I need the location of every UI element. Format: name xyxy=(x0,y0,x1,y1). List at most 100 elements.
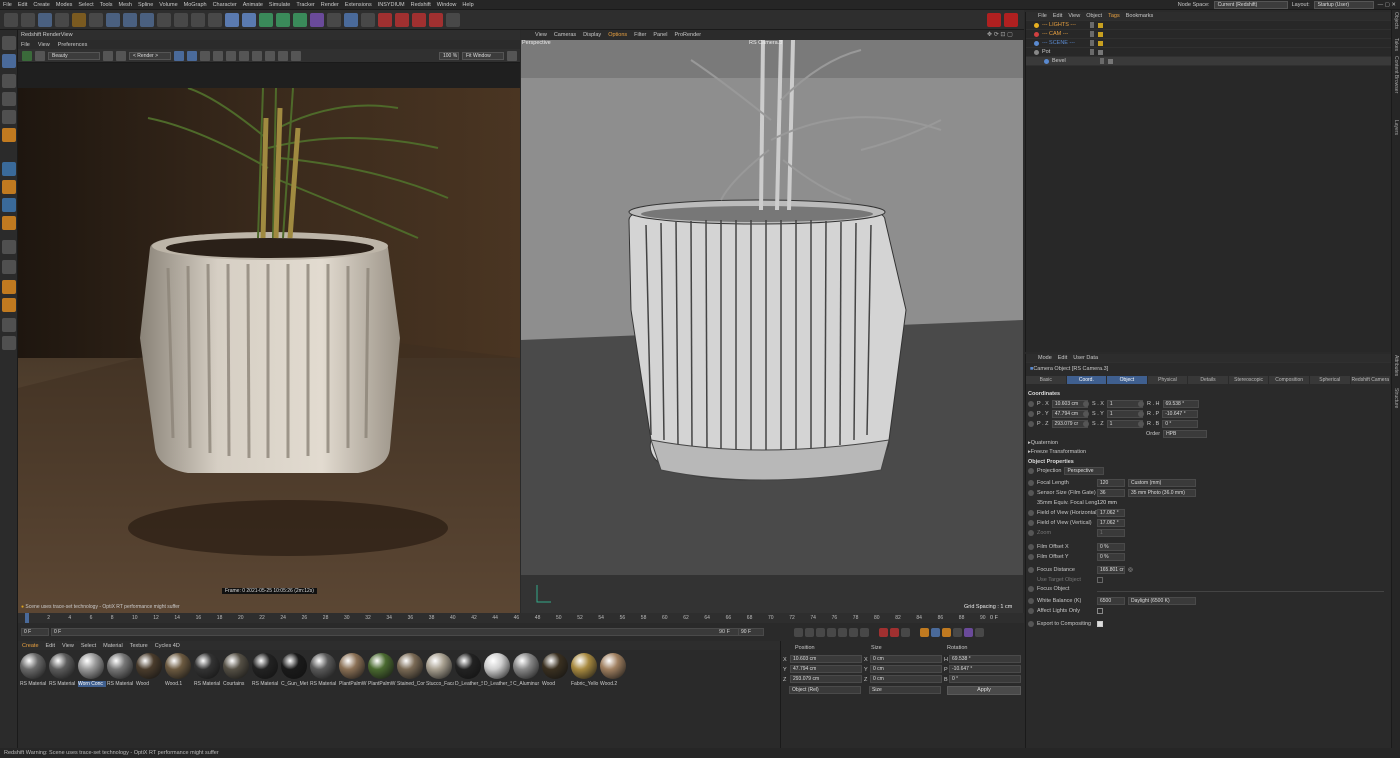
menu-item-mesh[interactable]: Mesh xyxy=(116,2,135,8)
material-name[interactable]: D_Leather_S xyxy=(484,681,512,687)
coord-position-field[interactable]: 10.603 cm xyxy=(790,655,862,663)
tag-icon[interactable] xyxy=(1098,22,1103,28)
material-swatch[interactable] xyxy=(339,653,365,679)
menu-item-modes[interactable]: Modes xyxy=(53,2,76,8)
focus-object-link[interactable] xyxy=(1097,586,1384,592)
material-swatch[interactable] xyxy=(107,653,133,679)
menu-item-animate[interactable]: Animate xyxy=(240,2,266,8)
offy-field[interactable]: 0 % xyxy=(1097,552,1125,561)
fovv-field[interactable]: 17.062 ° xyxy=(1097,518,1125,527)
crop-icon[interactable] xyxy=(116,50,126,61)
focal-field[interactable]: 120 xyxy=(1097,478,1125,487)
sensor-preset-select[interactable]: 35 mm Photo (36.0 mm) xyxy=(1128,488,1196,497)
live-select-icon[interactable] xyxy=(38,12,52,27)
sidebar-tab-layers[interactable]: Layers xyxy=(1393,120,1399,135)
attribute-tab-coord[interactable]: Coord. xyxy=(1066,376,1108,384)
menu-item-edit[interactable]: Edit xyxy=(15,2,30,8)
polygons-mode-icon[interactable] xyxy=(2,128,16,142)
node-space-select[interactable]: Current (Redshift) xyxy=(1213,1,1288,9)
start-frame-field[interactable]: 0 F xyxy=(21,628,49,636)
material-name[interactable]: Fabric_Yello xyxy=(571,681,599,687)
play-render-icon[interactable] xyxy=(22,50,32,61)
wb-preset-select[interactable]: Daylight (6500 K) xyxy=(1128,596,1196,605)
keyframe-dot[interactable] xyxy=(1083,420,1089,427)
coord-rotation-field[interactable]: -10.647 ° xyxy=(949,665,1021,673)
zoom-field[interactable]: 1 xyxy=(1097,528,1125,537)
move-icon[interactable] xyxy=(55,12,69,27)
render-region-icon[interactable] xyxy=(191,12,205,27)
ocio-icon[interactable] xyxy=(291,50,301,61)
coord-size-field[interactable]: 0 cm xyxy=(870,655,942,663)
coord-size-select[interactable]: Size xyxy=(869,686,941,694)
visibility-dots-icon[interactable] xyxy=(1090,22,1094,28)
keyframe-dot[interactable] xyxy=(1028,597,1034,604)
keyframe-dot[interactable] xyxy=(1028,489,1034,496)
keyframe-dot[interactable] xyxy=(1138,400,1144,407)
pin-icon[interactable] xyxy=(239,50,249,61)
rot-key-icon[interactable] xyxy=(942,628,951,637)
circle-icon[interactable] xyxy=(226,50,236,61)
edges-mode-icon[interactable] xyxy=(2,110,16,124)
coord-size-field[interactable]: 0 cm xyxy=(870,665,942,673)
apply-button[interactable]: Apply xyxy=(947,686,1021,695)
attribute-menu-mode[interactable]: Mode xyxy=(1038,355,1052,361)
undo-icon[interactable] xyxy=(4,12,18,27)
material-menu-create[interactable]: Create xyxy=(22,643,39,649)
viewport-nav-icon[interactable]: ✥ ⟳ ⊡ ▢ xyxy=(987,31,1013,38)
redshift-material-icon[interactable] xyxy=(429,12,443,27)
material-menu-texture[interactable]: Texture xyxy=(130,643,148,649)
pen-icon[interactable] xyxy=(242,12,256,27)
snap-icon[interactable] xyxy=(446,12,460,27)
renderview-menu-file[interactable]: File xyxy=(21,42,30,48)
freeze-section[interactable]: ▸ Freeze Transformation xyxy=(1028,447,1086,456)
viewport-menu-filter[interactable]: Filter xyxy=(634,32,646,38)
tag-icon[interactable] xyxy=(1098,49,1103,55)
visibility-dots-icon[interactable] xyxy=(1090,40,1094,46)
material-name[interactable]: RS Material xyxy=(310,681,338,687)
attribute-menu-edit[interactable]: Edit xyxy=(1058,355,1067,361)
pla-key-icon[interactable] xyxy=(964,628,973,637)
material-menu-material[interactable]: Material xyxy=(103,643,123,649)
keyframe-dot[interactable] xyxy=(1028,467,1034,474)
menu-item-redshift[interactable]: Redshift xyxy=(408,2,434,8)
redshift-render-icon[interactable] xyxy=(395,12,409,27)
menu-item-insydium[interactable]: INSYDIUM xyxy=(375,2,408,8)
aov-select[interactable]: Beauty xyxy=(48,51,100,60)
subdivision-icon[interactable] xyxy=(259,12,273,27)
material-swatch[interactable] xyxy=(252,653,278,679)
redo-icon[interactable] xyxy=(21,12,35,27)
visibility-dots-icon[interactable] xyxy=(1090,49,1094,55)
autokey-icon[interactable] xyxy=(890,628,899,637)
viewport-layout-icon[interactable] xyxy=(2,318,16,332)
material-name[interactable]: C_Gun_Met xyxy=(281,681,309,687)
material-name[interactable]: RS Material xyxy=(107,681,135,687)
viewport-menu-options[interactable]: Options xyxy=(608,32,627,38)
keyframe-dot[interactable] xyxy=(1083,410,1089,417)
target-checkbox[interactable] xyxy=(1097,576,1103,583)
attribute-tab-spherical[interactable]: Spherical xyxy=(1309,376,1351,384)
object-row[interactable]: Bevel xyxy=(1026,57,1391,66)
material-name[interactable]: D_Leather_S xyxy=(455,681,483,687)
viewport-canvas[interactable] xyxy=(521,40,1023,613)
window-controls[interactable]: — ▢ ✕ xyxy=(1378,2,1396,8)
material-swatch[interactable] xyxy=(281,653,307,679)
material-swatch[interactable] xyxy=(165,653,191,679)
viewport-menu-cameras[interactable]: Cameras xyxy=(554,32,576,38)
menu-item-window[interactable]: Window xyxy=(434,2,460,8)
export-checkbox[interactable] xyxy=(1097,620,1103,627)
menu-item-help[interactable]: Help xyxy=(459,2,476,8)
keyframe-dot[interactable] xyxy=(1028,566,1034,573)
points-mode-icon[interactable] xyxy=(2,92,16,106)
wb-field[interactable]: 6500 xyxy=(1097,596,1125,605)
texture-mode-icon[interactable] xyxy=(2,74,16,88)
menu-item-volume[interactable]: Volume xyxy=(156,2,180,8)
material-menu-cycles-4d[interactable]: Cycles 4D xyxy=(155,643,180,649)
redshift-cube-icon[interactable] xyxy=(987,12,1001,27)
attribute-tab-details[interactable]: Details xyxy=(1188,376,1229,384)
keyframe-dot[interactable] xyxy=(1138,420,1144,427)
viewport-menu-view[interactable]: View xyxy=(535,32,547,38)
timeline-menu-icon[interactable] xyxy=(975,628,984,637)
object-menu-object[interactable]: Object xyxy=(1086,13,1102,19)
visibility-dots-icon[interactable] xyxy=(1100,58,1104,64)
attribute-tab-object[interactable]: Object xyxy=(1107,376,1148,384)
